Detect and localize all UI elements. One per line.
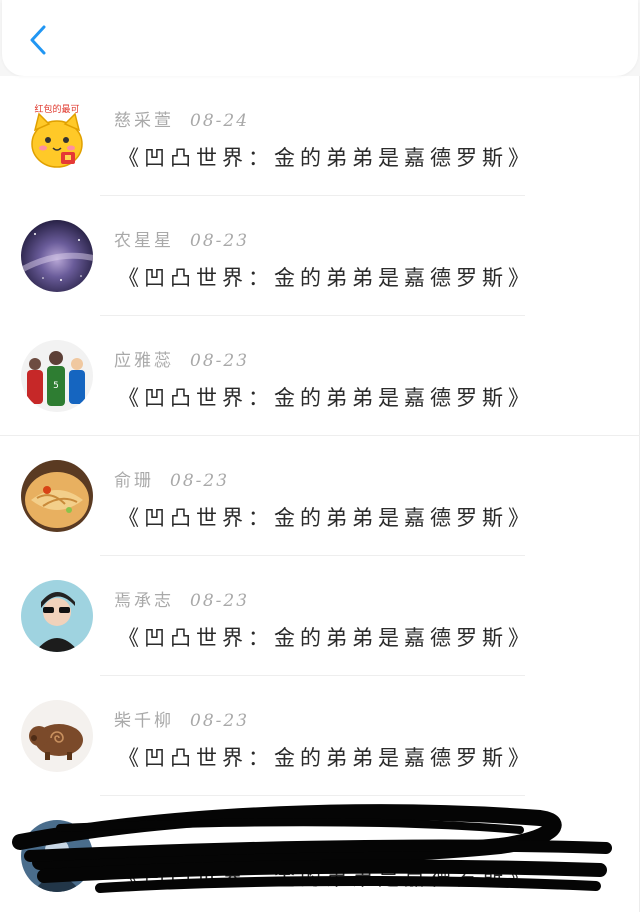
avatar[interactable] bbox=[21, 820, 93, 892]
header-card bbox=[2, 0, 638, 76]
comment-item[interactable]: 红包的最可 慈采萱 08-24 《凹凸世界：金的弟弟是嘉德罗斯》 bbox=[0, 76, 640, 196]
avatar[interactable] bbox=[21, 700, 93, 772]
comment-meta bbox=[114, 826, 130, 846]
avatar-badge-text: 红包的最可 bbox=[34, 103, 79, 115]
avatar[interactable] bbox=[21, 460, 93, 532]
comment-message[interactable]: 《凹凸世界：金的弟弟是嘉德罗斯》 bbox=[118, 622, 534, 652]
comment-message[interactable]: 《凹凸世界：金的弟弟是嘉德罗斯》 bbox=[118, 382, 534, 412]
back-button[interactable] bbox=[20, 22, 56, 58]
comment-message[interactable]: 《凹凸世界：金的弟弟是嘉德罗斯》 bbox=[118, 742, 534, 772]
avatar[interactable] bbox=[21, 580, 93, 652]
comment-date: 08-23 bbox=[190, 711, 250, 731]
chevron-left-icon bbox=[30, 25, 46, 55]
commenter-name: 柴千柳 bbox=[114, 711, 174, 731]
comment-date: 08-23 bbox=[190, 351, 250, 371]
comment-message[interactable]: 《凹凸世界：金的弟弟是嘉德罗斯》 bbox=[118, 862, 534, 892]
comment-item[interactable]: 《凹凸世界：金的弟弟是嘉德罗斯》 bbox=[0, 796, 640, 916]
comment-meta: 应雅蕊 08-23 bbox=[114, 346, 249, 371]
comment-date: 08-23 bbox=[170, 471, 230, 491]
comment-item[interactable]: 农星星 08-23 《凹凸世界：金的弟弟是嘉德罗斯》 bbox=[0, 196, 640, 316]
comment-message[interactable]: 《凹凸世界：金的弟弟是嘉德罗斯》 bbox=[118, 142, 534, 172]
comment-item[interactable]: 5 应雅蕊 08-23 《凹凸世界：金的弟弟是嘉德罗斯》 bbox=[0, 316, 640, 436]
avatar[interactable]: 红包的最可 bbox=[21, 100, 93, 172]
commenter-name: 农星星 bbox=[114, 231, 174, 251]
comment-date: 08-24 bbox=[190, 111, 250, 131]
comment-message[interactable]: 《凹凸世界：金的弟弟是嘉德罗斯》 bbox=[118, 262, 534, 292]
comment-date: 08-23 bbox=[190, 591, 250, 611]
top-bar bbox=[0, 0, 640, 76]
comment-item[interactable]: 柴千柳 08-23 《凹凸世界：金的弟弟是嘉德罗斯》 bbox=[0, 676, 640, 796]
comment-meta: 柴千柳 08-23 bbox=[114, 706, 249, 731]
commenter-name: 焉承志 bbox=[114, 591, 174, 611]
comment-meta: 慈采萱 08-24 bbox=[114, 106, 249, 131]
comment-meta: 俞珊 08-23 bbox=[114, 466, 229, 491]
svg-text:5: 5 bbox=[53, 381, 59, 391]
commenter-name: 慈采萱 bbox=[114, 111, 174, 131]
comment-meta: 焉承志 08-23 bbox=[114, 586, 249, 611]
comment-list: 红包的最可 慈采萱 08-24 《凹凸世界：金的弟弟是嘉德罗斯》 农星星 08-… bbox=[0, 76, 640, 912]
comment-item[interactable]: 俞珊 08-23 《凹凸世界：金的弟弟是嘉德罗斯》 bbox=[0, 436, 640, 556]
avatar[interactable]: 5 bbox=[21, 340, 93, 412]
commenter-name: 应雅蕊 bbox=[114, 351, 174, 371]
comment-message[interactable]: 《凹凸世界：金的弟弟是嘉德罗斯》 bbox=[118, 502, 534, 532]
comment-item[interactable]: 焉承志 08-23 《凹凸世界：金的弟弟是嘉德罗斯》 bbox=[0, 556, 640, 676]
comment-meta: 农星星 08-23 bbox=[114, 226, 249, 251]
avatar[interactable] bbox=[21, 220, 93, 292]
comment-date: 08-23 bbox=[190, 231, 250, 251]
commenter-name: 俞珊 bbox=[114, 471, 154, 491]
